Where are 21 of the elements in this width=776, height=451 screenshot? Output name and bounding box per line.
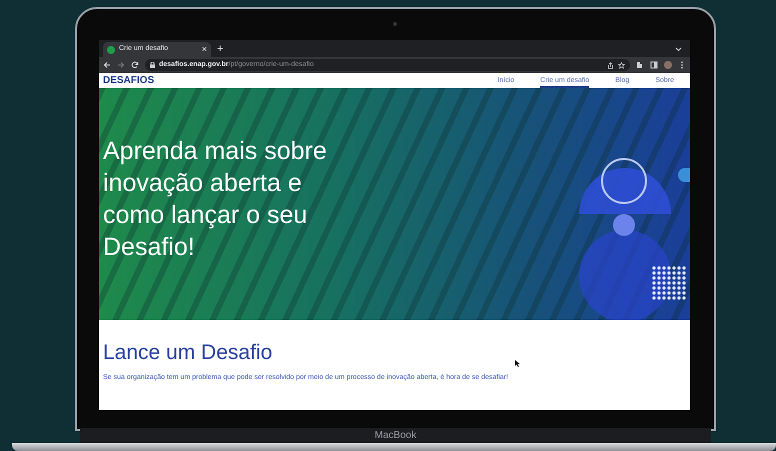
close-tab-button[interactable]: × xyxy=(202,45,207,54)
favicon-icon xyxy=(107,46,115,54)
profile-avatar[interactable] xyxy=(664,61,672,69)
mouse-pointer-icon xyxy=(515,360,520,367)
share-icon xyxy=(607,62,614,68)
reload-icon[interactable] xyxy=(131,61,139,69)
chat-widget-icon[interactable] xyxy=(678,168,690,182)
more-menu-icon[interactable] xyxy=(678,61,686,69)
new-tab-button[interactable]: + xyxy=(217,44,224,55)
hero-headline: Aprenda mais sobre inovação aberta e como lançar o seu Desafio! xyxy=(103,136,328,263)
sidebar-icon[interactable] xyxy=(650,61,658,69)
star-icon xyxy=(618,62,625,68)
section-title: Lance um Desafio xyxy=(103,340,272,366)
site-logo[interactable]: DESAFIOS xyxy=(103,76,154,86)
chevron-down-icon xyxy=(675,47,682,52)
device-label: MacBook xyxy=(374,430,416,440)
extensions-icon[interactable] xyxy=(636,61,644,69)
back-icon[interactable] xyxy=(103,61,111,69)
lock-icon xyxy=(150,62,155,68)
forward-icon[interactable] xyxy=(117,61,125,69)
camera-icon xyxy=(393,22,397,26)
